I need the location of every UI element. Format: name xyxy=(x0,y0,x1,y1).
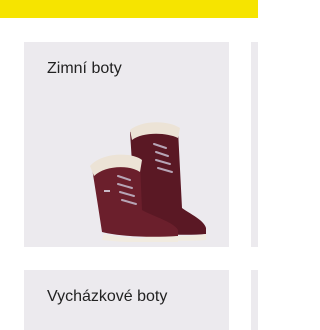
category-title: Zimní boty xyxy=(47,60,122,77)
category-card-zimni-boty[interactable]: Zimní boty xyxy=(24,42,229,247)
category-card-vychazkove-boty[interactable]: Vycházkové boty xyxy=(24,270,229,330)
next-category-card-edge[interactable] xyxy=(251,270,258,330)
next-category-card-edge[interactable] xyxy=(251,42,258,247)
category-title: Vycházkové boty xyxy=(47,288,168,305)
winter-boots-image xyxy=(90,122,206,242)
top-yellow-bar xyxy=(0,0,258,18)
